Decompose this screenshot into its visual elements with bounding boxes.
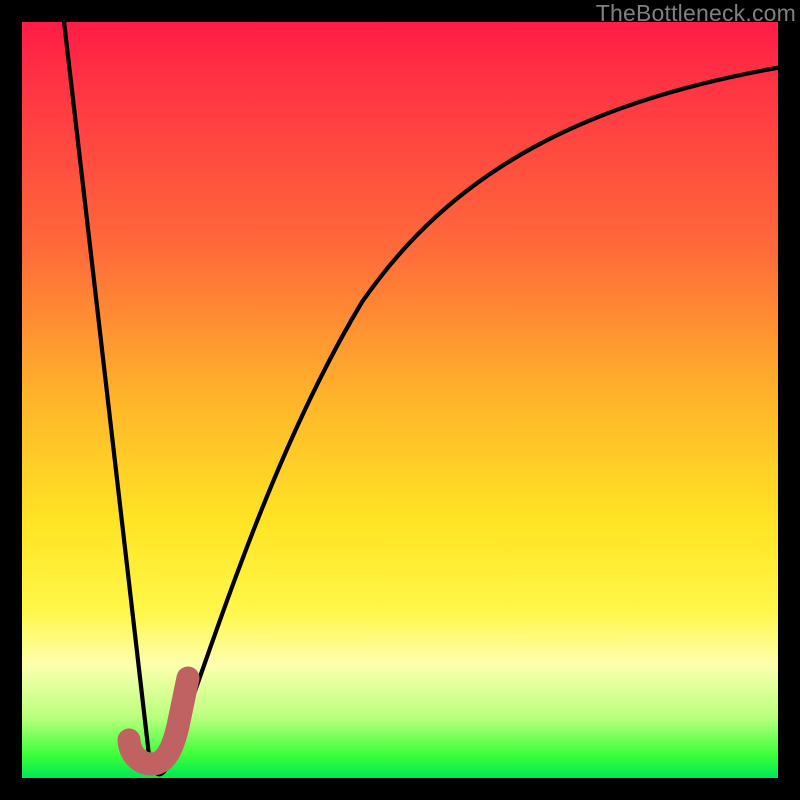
bottleneck-curve-svg (22, 22, 778, 778)
optimal-marker (129, 678, 188, 764)
bottleneck-curve (62, 4, 782, 774)
plot-area (22, 22, 778, 778)
chart-frame: TheBottleneck.com (0, 0, 800, 800)
